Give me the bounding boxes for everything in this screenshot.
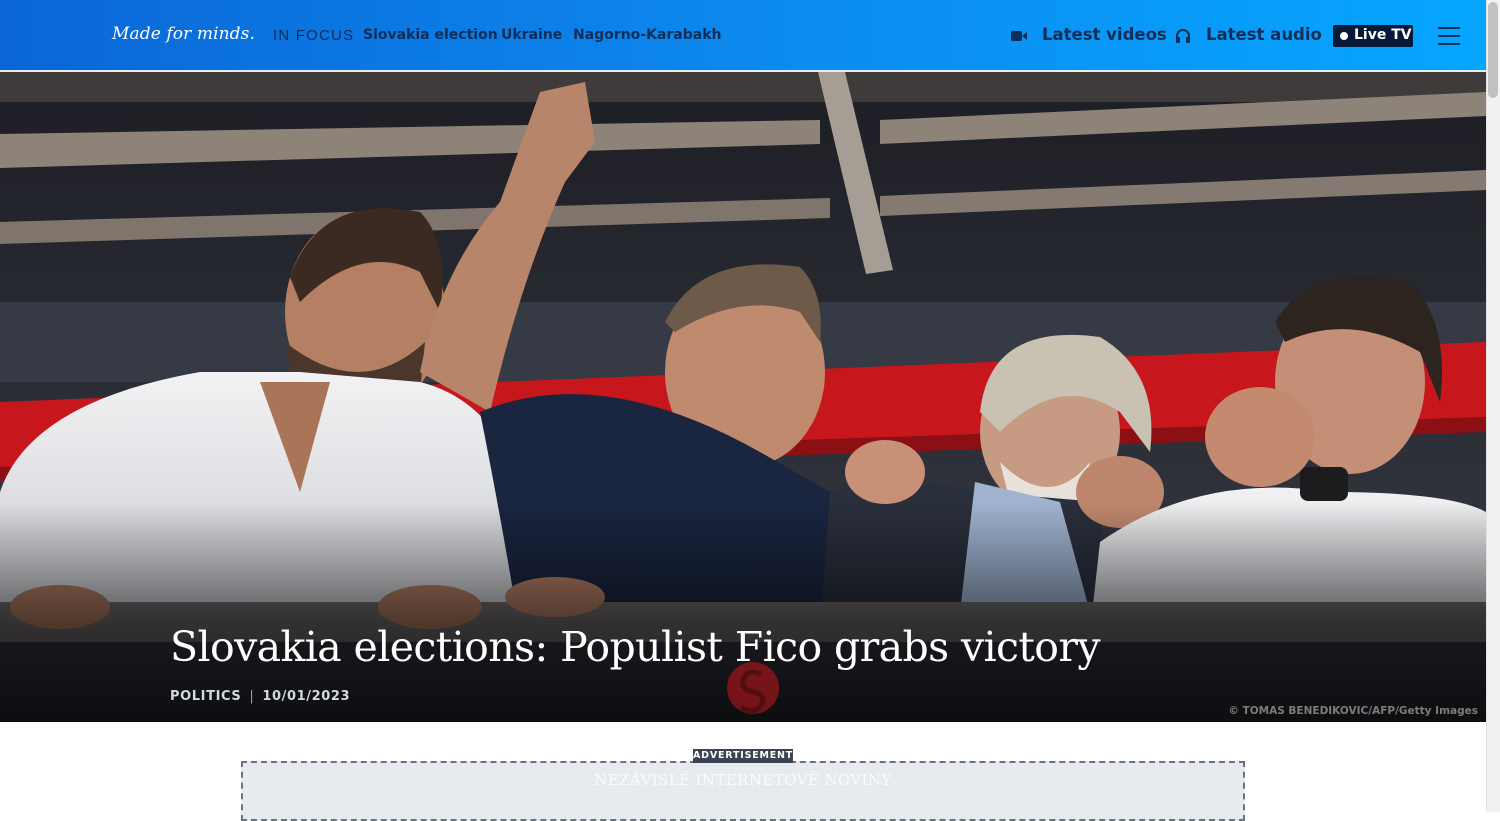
headphones-icon bbox=[1176, 29, 1190, 43]
live-dot-icon bbox=[1340, 32, 1348, 40]
image-credit: © TOMAS BENEDIKOVIC/AFP/Getty Images bbox=[1228, 705, 1478, 717]
latest-audio-link[interactable]: Latest audio bbox=[1206, 25, 1322, 44]
live-tv-label: Live TV bbox=[1354, 27, 1412, 43]
hero-meta: POLITICS | 10/01/2023 bbox=[170, 689, 350, 704]
hero-teaser[interactable]: Slovakia elections: Populist Fico grabs … bbox=[0, 72, 1486, 722]
hamburger-menu-icon[interactable] bbox=[1438, 27, 1460, 45]
scrollbar-thumb[interactable] bbox=[1488, 2, 1498, 98]
live-tv-button[interactable]: Live TV bbox=[1333, 25, 1413, 47]
site-header: Made for minds. IN FOCUS Slovakia electi… bbox=[0, 0, 1486, 72]
advertisement-text: NEZÁVISLÉ INTERNETOVÉ NOVINY bbox=[594, 771, 892, 789]
hero-date: 10/01/2023 bbox=[262, 689, 351, 704]
slogan: Made for minds. bbox=[112, 24, 255, 44]
page-scrollbar[interactable] bbox=[1486, 0, 1500, 812]
latest-videos-link[interactable]: Latest videos bbox=[1042, 25, 1167, 44]
advertisement-badge: ADVERTISEMENT bbox=[693, 749, 794, 763]
meta-separator: | bbox=[249, 689, 255, 704]
focus-link-slovakia-election[interactable]: Slovakia election bbox=[363, 27, 498, 43]
hero-headline[interactable]: Slovakia elections: Populist Fico grabs … bbox=[170, 623, 1101, 671]
advertisement-box[interactable]: NEZÁVISLÉ INTERNETOVÉ NOVINY bbox=[241, 761, 1245, 821]
in-focus-label: IN FOCUS bbox=[273, 27, 355, 44]
video-camera-icon bbox=[1011, 31, 1027, 41]
hero-category[interactable]: POLITICS bbox=[170, 689, 241, 704]
focus-link-ukraine[interactable]: Ukraine bbox=[501, 27, 562, 43]
logo[interactable] bbox=[20, 14, 100, 58]
focus-link-nagorno-karabakh[interactable]: Nagorno-Karabakh bbox=[573, 27, 722, 43]
